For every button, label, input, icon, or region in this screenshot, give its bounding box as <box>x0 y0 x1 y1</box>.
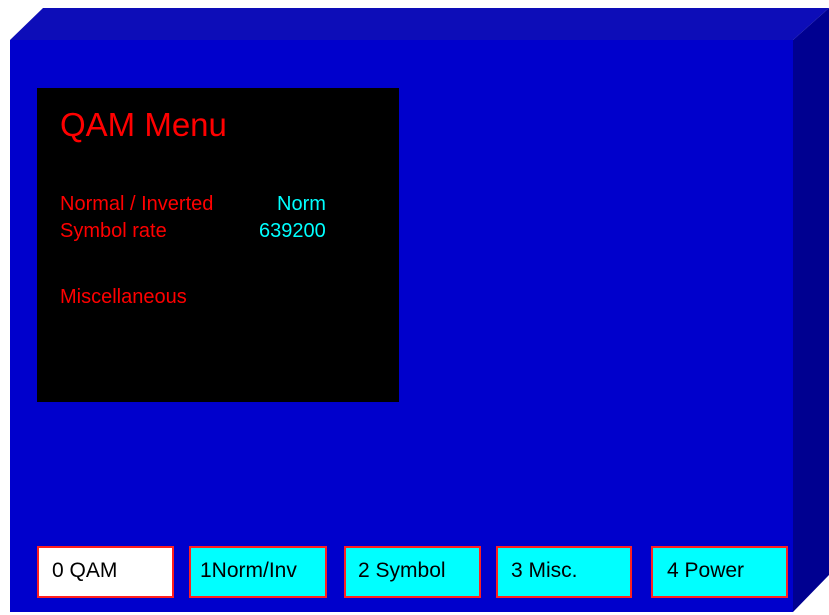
menu-screen: QAM Menu Normal / Inverted Norm Symbol r… <box>37 88 399 402</box>
symbol-rate-label: Symbol rate <box>60 220 167 242</box>
menu-row-miscellaneous[interactable]: Miscellaneous <box>60 287 187 307</box>
softkey-3-misc[interactable]: 3 Misc. <box>496 546 632 598</box>
miscellaneous-label: Miscellaneous <box>60 286 187 308</box>
softkey-0-qam[interactable]: 0 QAM <box>37 546 174 598</box>
qam-menu-display: QAM Menu Normal / Inverted Norm Symbol r… <box>0 0 829 615</box>
normal-inverted-value: Norm <box>277 193 326 215</box>
softkey-4-power[interactable]: 4 Power <box>651 546 788 598</box>
softkey-2-symbol[interactable]: 2 Symbol <box>344 546 481 598</box>
panel-top-bevel <box>10 8 829 40</box>
menu-row-symbol-rate[interactable]: Symbol rate <box>60 221 167 241</box>
symbol-rate-value: 639200 <box>259 220 326 242</box>
softkey-1-norm-inv[interactable]: 1Norm/Inv <box>189 546 327 598</box>
menu-row-normal-inverted[interactable]: Normal / Inverted <box>60 194 213 214</box>
normal-inverted-label: Normal / Inverted <box>60 193 214 215</box>
menu-title: QAM Menu <box>60 106 227 143</box>
panel-side-bevel <box>793 8 829 612</box>
